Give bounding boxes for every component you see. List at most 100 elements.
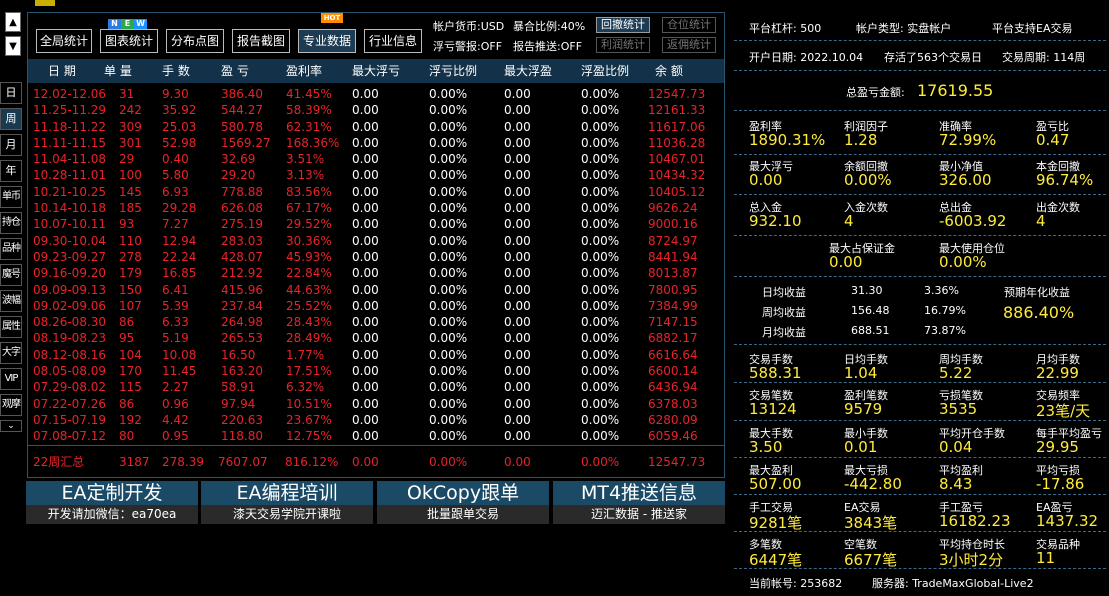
table-row[interactable]: 11.25-11.29 242 35.92 544.27 58.39% 0.00 0.00%…	[28, 102, 724, 118]
table-cell: 6.32%	[286, 380, 325, 395]
table-cell: 11.45	[162, 364, 197, 379]
table-cell: 0.00%	[581, 331, 620, 346]
table-cell: 11.25-11.29	[33, 103, 107, 118]
table-cell: 0.00%	[581, 266, 620, 281]
table-cell: 0.00%	[429, 347, 468, 362]
table-row[interactable]: 09.23-09.27 278 22.24 428.07 45.93% 0.00 0.00%…	[28, 249, 724, 265]
table-row[interactable]: 11.11-11.15 301 52.98 1569.27 168.36% 0.00 0.0…	[28, 135, 724, 151]
table-cell: 0.00%	[429, 103, 468, 118]
summary-row: 22周汇总 3187 278.39 7607.07 816.12% 0.00 0…	[33, 455, 706, 469]
logo	[35, 0, 55, 6]
table-row[interactable]: 08.26-08.30 86 6.33 264.98 28.43% 0.00 0.00% 0.…	[28, 314, 724, 330]
table-row[interactable]: 07.08-07.12 80 0.95 118.80 12.75% 0.00 0.00% 0.…	[28, 428, 724, 444]
table-row[interactable]: 12.02-12.06 31 9.30 386.40 41.45% 0.00 0.00% 0.…	[28, 86, 724, 102]
table-row[interactable]: 10.14-10.18 185 29.28 626.08 67.17% 0.00 0.00%…	[28, 200, 724, 216]
promo-okcopy[interactable]: OkCopy跟单 批量跟单交易	[377, 481, 549, 524]
table-cell: 0.00%	[581, 201, 620, 216]
g3-value-1: 4	[844, 212, 854, 230]
tab-month[interactable]: 月	[0, 134, 22, 156]
table-cell: 8441.94	[648, 249, 698, 264]
table-row[interactable]: 09.16-09.20 179 16.85 212.92 22.84% 0.00 0.00%…	[28, 265, 724, 281]
table-cell: 44.63%	[286, 282, 332, 297]
scroll-up-button[interactable]: ▲	[5, 12, 21, 32]
rebate-stats-button[interactable]: 返佣统计	[662, 37, 716, 53]
tab-single-currency[interactable]: 单币	[0, 186, 22, 208]
table-row[interactable]: 07.15-07.19 192 4.42 220.63 23.67% 0.00 0.00% 0…	[28, 412, 724, 428]
col-pl: 盈 亏	[221, 64, 249, 78]
table-cell: 580.78	[221, 119, 263, 134]
tab-attributes[interactable]: 属性	[0, 316, 22, 338]
avg-weekly-label: 周均收益	[762, 306, 806, 319]
table-row[interactable]: 10.21-10.25 145 6.93 778.88 83.56% 0.00 0.00% 0…	[28, 184, 724, 200]
g6-value-0: 13124	[749, 400, 797, 418]
col-profit-rate: 盈利率	[286, 64, 323, 78]
table-cell: 22.24	[162, 249, 197, 264]
table-cell: 31	[119, 87, 135, 101]
tab-observe[interactable]: 观摩	[0, 394, 22, 416]
table-cell: 309	[119, 119, 142, 134]
pro-data-button[interactable]: 专业数据	[298, 29, 356, 53]
table-row[interactable]: 09.02-09.06 107 5.39 237.84 25.52% 0.00 0.00% 0…	[28, 298, 724, 314]
promo-ea-dev[interactable]: EA定制开发 开发请加微信：ea70ea	[26, 481, 198, 524]
drawdown-stats-button[interactable]: 回撤统计	[596, 17, 650, 33]
table-cell: 0.00	[504, 201, 531, 216]
profit-stats-button[interactable]: 利润统计	[596, 37, 650, 53]
report-screenshot-button[interactable]: 报告截图	[232, 29, 290, 53]
table-row[interactable]: 08.12-08.16 104 10.08 16.50 1.77% 0.00 0.00% 0.…	[28, 347, 724, 363]
table-cell: 179	[119, 266, 142, 281]
table-cell: 6436.94	[648, 380, 698, 395]
scroll-down-button[interactable]: ▼	[5, 36, 21, 56]
table-cell: 10.08	[162, 347, 197, 362]
tab-day[interactable]: 日	[0, 82, 22, 104]
table-row[interactable]: 10.28-11.01 100 5.80 29.20 3.13% 0.00 0.00% 0.0…	[28, 167, 724, 183]
table-cell: 35.92	[162, 103, 197, 118]
table-row[interactable]: 08.05-08.09 170 11.45 163.20 17.51% 0.00 0.00%…	[28, 363, 724, 379]
table-cell: 11.11-11.15	[33, 135, 107, 150]
tab-volatility[interactable]: 波幅	[0, 290, 22, 312]
table-cell: 11.18-11.22	[33, 119, 107, 134]
table-row[interactable]: 10.07-10.11 93 7.27 275.19 29.52% 0.00 0.00% 0.…	[28, 216, 724, 232]
table-row[interactable]: 09.09-09.13 150 6.41 415.96 44.63% 0.00 0.00% 0…	[28, 282, 724, 298]
industry-info-button[interactable]: 行业信息	[364, 29, 422, 53]
table-cell: 0.00%	[429, 429, 468, 444]
table-cell: 8013.87	[648, 266, 698, 281]
chart-stats-button[interactable]: 图表统计	[100, 29, 158, 53]
table-row[interactable]: 11.04-11.08 29 0.40 32.69 3.51% 0.00 0.00% 0.00…	[28, 151, 724, 167]
table-cell: 0.00	[504, 347, 531, 362]
table-row[interactable]: 09.30-10.04 110 12.94 283.03 30.36% 0.00 0.00%…	[28, 233, 724, 249]
server-name: 服务器: TradeMaxGlobal-Live2	[872, 577, 1034, 590]
table-cell: 10.28-11.01	[33, 168, 107, 183]
promo-mt4-push[interactable]: MT4推送信息 迈汇数据 - 推送家	[553, 481, 725, 524]
table-cell: 0.40	[162, 152, 189, 167]
tab-vip[interactable]: VIP	[0, 368, 22, 390]
table-cell: 07.29-08.02	[33, 380, 107, 395]
table-row[interactable]: 08.19-08.23 95 5.19 265.53 28.49% 0.00 0.00% 0.…	[28, 330, 724, 346]
table-cell: 6600.14	[648, 364, 698, 379]
tab-large-font[interactable]: 大字	[0, 342, 22, 364]
table-cell: 1569.27	[221, 135, 271, 150]
table-cell: 28.43%	[286, 315, 332, 330]
table-cell: 0.00	[352, 412, 379, 427]
tab-symbols[interactable]: 品种	[0, 238, 22, 260]
main-panel: 全局统计 N E W 图表统计 分布点图 报告截图 HOT 专业数据 行业信息 …	[27, 12, 725, 478]
table-cell: 0.00	[352, 380, 379, 395]
table-cell: 0.00	[504, 412, 531, 427]
tab-magic-number[interactable]: 魔号	[0, 264, 22, 286]
global-stats-button[interactable]: 全局统计	[36, 29, 92, 53]
g5-value-1: 1.04	[844, 364, 878, 382]
table-cell: 0.00%	[429, 298, 468, 313]
table-row[interactable]: 07.22-07.26 86 0.96 97.94 10.51% 0.00 0.00% 0.0…	[28, 396, 724, 412]
table-row[interactable]: 11.18-11.22 309 25.03 580.78 62.31% 0.00 0.00%…	[28, 119, 724, 135]
table-cell: 0.00	[352, 396, 379, 411]
table-cell: 163.20	[221, 364, 263, 379]
position-stats-button[interactable]: 仓位统计	[662, 17, 716, 33]
promo-ea-training[interactable]: EA编程培训 漆天交易学院开课啦	[201, 481, 373, 524]
table-cell: 3.13%	[286, 168, 325, 183]
tab-week[interactable]: 周	[0, 108, 22, 130]
table-row[interactable]: 07.29-08.02 115 2.27 58.91 6.32% 0.00 0.00% 0.0…	[28, 379, 724, 395]
distribution-chart-button[interactable]: 分布点图	[166, 29, 224, 53]
side-more-chevron-icon[interactable]: ⌄	[0, 420, 22, 432]
tab-year[interactable]: 年	[0, 160, 22, 182]
table-cell: 17.51%	[286, 364, 332, 379]
tab-positions[interactable]: 持仓	[0, 212, 22, 234]
